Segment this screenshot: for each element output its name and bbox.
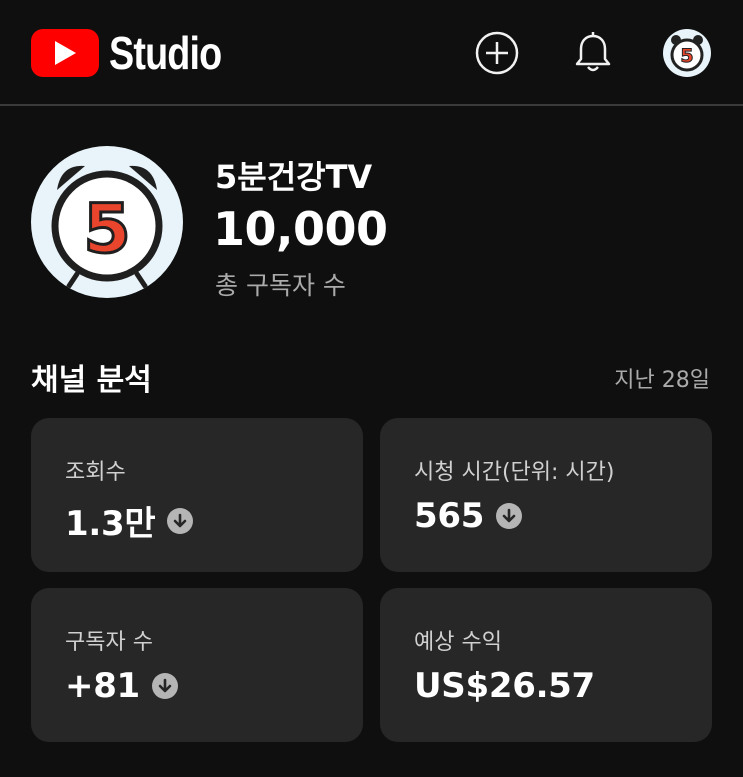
channel-analytics-title: 채널 분석 <box>31 363 152 398</box>
subscribers-value: +81 <box>65 666 140 706</box>
channel-avatar-number: 5 <box>83 190 130 269</box>
views-value: 1.3만 <box>65 504 156 544</box>
estimated-revenue-card[interactable]: 예상 수익 US$26.57 <box>380 588 712 742</box>
watch-time-value: 565 <box>414 496 485 536</box>
bell-icon <box>575 32 611 72</box>
account-avatar[interactable]: 5 <box>663 29 711 77</box>
views-label: 조회수 <box>65 460 126 485</box>
studio-logo[interactable]: Studio <box>31 27 246 79</box>
alarm-clock-icon: 5 <box>670 35 704 72</box>
create-button[interactable] <box>474 30 520 76</box>
trend-down-icon <box>151 673 178 699</box>
channel-summary: 5 5분건강TV 10,000 총 구독자 수 <box>31 146 711 301</box>
estimated-revenue-label: 예상 수익 <box>414 630 502 655</box>
trend-down-icon <box>167 507 194 534</box>
create-plus-icon <box>475 31 519 75</box>
alarm-clock-icon: 5 <box>51 165 163 289</box>
subscribers-label: 구독자 수 <box>65 630 153 655</box>
channel-avatar[interactable]: 5 <box>31 146 183 298</box>
channel-name: 5분건강TV <box>215 158 373 196</box>
estimated-revenue-value: US$26.57 <box>414 666 595 706</box>
date-range-label: 지난 28일 <box>614 368 710 393</box>
subscriber-count: 10,000 <box>213 202 388 256</box>
subscriber-count-label: 총 구독자 수 <box>215 271 346 300</box>
top-app-bar: Studio 5 <box>0 0 743 106</box>
subscribers-card[interactable]: 구독자 수 +81 <box>31 588 363 742</box>
studio-wordmark: Studio <box>109 27 222 79</box>
notifications-button[interactable] <box>570 30 616 76</box>
watch-time-card[interactable]: 시청 시간(단위: 시간) 565 <box>380 418 712 572</box>
watch-time-label: 시청 시간(단위: 시간) <box>414 460 615 485</box>
trend-down-icon <box>496 503 523 529</box>
views-card[interactable]: 조회수 1.3만 <box>31 418 363 572</box>
account-avatar-number: 5 <box>680 45 693 67</box>
youtube-logo-icon <box>31 29 99 77</box>
